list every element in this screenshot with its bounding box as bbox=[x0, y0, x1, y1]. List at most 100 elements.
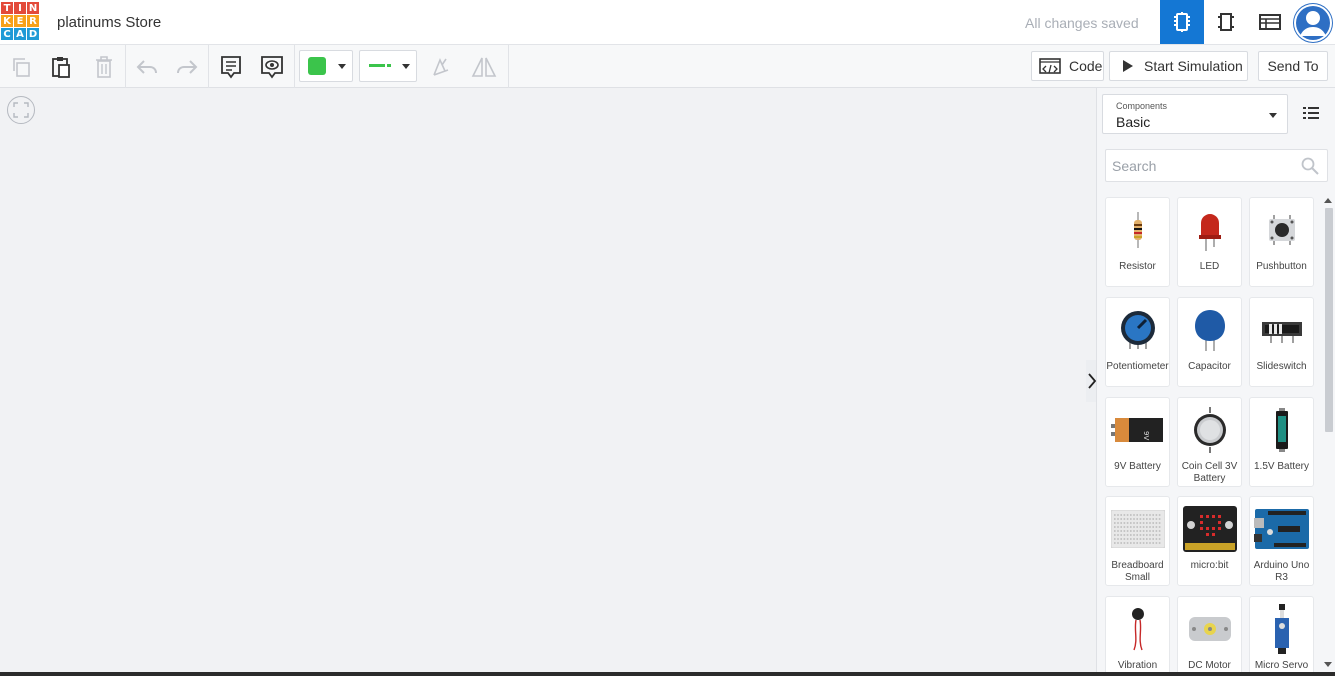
toolbar: Code Start Simulation Send To bbox=[0, 45, 1335, 88]
component-name: Resistor bbox=[1119, 261, 1156, 272]
components-grid: Resistor LED Pushbutton Potentiometer Ca… bbox=[1105, 197, 1317, 672]
logo-letter: T bbox=[1, 2, 13, 14]
start-simulation-button[interactable]: Start Simulation bbox=[1109, 51, 1248, 81]
toolbar-separator bbox=[508, 45, 509, 88]
redo-button[interactable] bbox=[172, 52, 202, 82]
potentiometer-icon bbox=[1120, 311, 1155, 349]
components-panel: Components Basic Search Resistor LED Pus… bbox=[1096, 88, 1335, 672]
circuit-canvas[interactable] bbox=[0, 88, 1096, 672]
code-icon bbox=[1039, 58, 1061, 74]
component-tile-resistor[interactable]: Resistor bbox=[1105, 197, 1170, 287]
component-list-view-button[interactable] bbox=[1248, 0, 1292, 44]
component-tile-slideswitch[interactable]: Slideswitch bbox=[1249, 297, 1314, 387]
copy-icon bbox=[13, 58, 30, 77]
component-tile-1-5v-battery[interactable]: 1.5V Battery bbox=[1249, 397, 1314, 487]
component-name: 9V Battery bbox=[1114, 461, 1161, 472]
wire-color-swatch-end bbox=[387, 64, 391, 67]
component-tile-potentiometer[interactable]: Potentiometer bbox=[1105, 297, 1170, 387]
component-name: Breadboard Small bbox=[1111, 560, 1164, 583]
fill-color-swatch bbox=[308, 57, 326, 75]
logo-letter: C bbox=[1, 28, 13, 40]
component-tile-arduino-uno[interactable]: Arduino Uno R3 bbox=[1249, 496, 1314, 586]
delete-button[interactable] bbox=[89, 52, 119, 82]
microbit-art bbox=[1178, 505, 1241, 553]
chevron-down-icon bbox=[1269, 113, 1277, 118]
start-simulation-label: Start Simulation bbox=[1144, 58, 1243, 74]
dc-motor-art bbox=[1178, 605, 1241, 653]
tinkercad-logo[interactable]: T I N K E R C A D bbox=[1, 2, 41, 42]
logo-letter: D bbox=[27, 28, 39, 40]
component-tile-pushbutton[interactable]: Pushbutton bbox=[1249, 197, 1314, 287]
wire-color-swatch bbox=[369, 64, 385, 67]
list-view-toggle[interactable] bbox=[1303, 106, 1319, 125]
logo-letter: E bbox=[14, 15, 26, 27]
user-avatar[interactable] bbox=[1293, 3, 1333, 43]
copy-button[interactable] bbox=[6, 52, 36, 82]
chevron-down-icon bbox=[402, 64, 410, 69]
potentiometer-art bbox=[1106, 306, 1169, 354]
led-art bbox=[1178, 206, 1241, 254]
user-avatar-icon bbox=[1294, 4, 1332, 42]
search-icon[interactable] bbox=[1301, 157, 1319, 175]
scroll-up-icon[interactable] bbox=[1324, 198, 1332, 203]
code-button-label: Code bbox=[1069, 58, 1103, 74]
battery-aa-art bbox=[1250, 406, 1313, 454]
slideswitch-art bbox=[1250, 306, 1313, 354]
component-name: DC Motor bbox=[1188, 660, 1231, 671]
logo-letter: A bbox=[14, 28, 26, 40]
component-tile-9v-battery[interactable]: 9V 9V Battery bbox=[1105, 397, 1170, 487]
component-name: Vibration bbox=[1117, 660, 1158, 671]
fill-color-dropdown[interactable] bbox=[299, 50, 353, 82]
app-header: T I N K E R C A D platinums Store All ch… bbox=[0, 0, 1335, 45]
component-tile-micro-servo[interactable]: Micro Servo bbox=[1249, 596, 1314, 672]
paste-button[interactable] bbox=[46, 52, 76, 82]
scroll-thumb[interactable] bbox=[1325, 208, 1333, 432]
toolbar-separator bbox=[125, 45, 126, 88]
toolbar-separator bbox=[208, 45, 209, 88]
vibration-motor-icon bbox=[1131, 608, 1144, 651]
logo-letter: R bbox=[27, 15, 39, 27]
micro-servo-art bbox=[1250, 604, 1313, 654]
chevron-down-icon bbox=[338, 64, 346, 69]
rotate-button[interactable] bbox=[426, 52, 456, 82]
notes-button[interactable] bbox=[216, 52, 246, 82]
project-title[interactable]: platinums Store bbox=[57, 14, 161, 31]
flip-button[interactable] bbox=[469, 52, 499, 82]
led-icon bbox=[1198, 214, 1221, 251]
notes-visibility-button[interactable] bbox=[257, 52, 287, 82]
scroll-down-icon[interactable] bbox=[1324, 662, 1332, 667]
arduino-art bbox=[1250, 505, 1313, 553]
micro-servo-icon bbox=[1274, 604, 1289, 654]
code-button[interactable]: Code bbox=[1031, 51, 1104, 81]
component-tile-dc-motor[interactable]: DC Motor bbox=[1177, 596, 1242, 672]
play-icon bbox=[1123, 60, 1133, 72]
battery-aa-icon bbox=[1275, 408, 1288, 452]
circuit-view-button[interactable] bbox=[1160, 0, 1204, 44]
component-tile-coin-cell[interactable]: Coin Cell 3V Battery bbox=[1177, 397, 1242, 487]
component-tile-capacitor[interactable]: Capacitor bbox=[1177, 297, 1242, 387]
components-scrollbar[interactable] bbox=[1322, 194, 1335, 672]
fit-view-button[interactable] bbox=[7, 96, 35, 124]
components-select-value: Basic bbox=[1116, 114, 1151, 130]
component-tile-breadboard-small[interactable]: Breadboard Small bbox=[1105, 496, 1170, 586]
component-tile-microbit[interactable]: micro:bit bbox=[1177, 496, 1242, 586]
component-name: LED bbox=[1199, 261, 1220, 272]
search-input[interactable] bbox=[1112, 156, 1292, 176]
logo-letter: K bbox=[1, 15, 13, 27]
breadboard-art bbox=[1106, 505, 1169, 553]
components-category-select[interactable]: Components Basic bbox=[1102, 94, 1288, 134]
undo-button[interactable] bbox=[132, 52, 162, 82]
component-name: 1.5V Battery bbox=[1253, 461, 1310, 472]
coin-cell-art bbox=[1178, 406, 1241, 454]
send-to-button[interactable]: Send To bbox=[1258, 51, 1328, 81]
component-tile-vibration[interactable]: Vibration bbox=[1105, 596, 1170, 672]
component-name: Capacitor bbox=[1188, 361, 1231, 372]
component-tile-led[interactable]: LED bbox=[1177, 197, 1242, 287]
undo-icon bbox=[136, 60, 157, 74]
wire-color-dropdown[interactable] bbox=[359, 50, 417, 82]
dc-motor-icon bbox=[1188, 617, 1231, 641]
redo-icon bbox=[177, 60, 198, 74]
capacitor-art bbox=[1178, 306, 1241, 354]
schematic-view-button[interactable] bbox=[1204, 0, 1248, 44]
pushbutton-icon bbox=[1268, 215, 1295, 245]
